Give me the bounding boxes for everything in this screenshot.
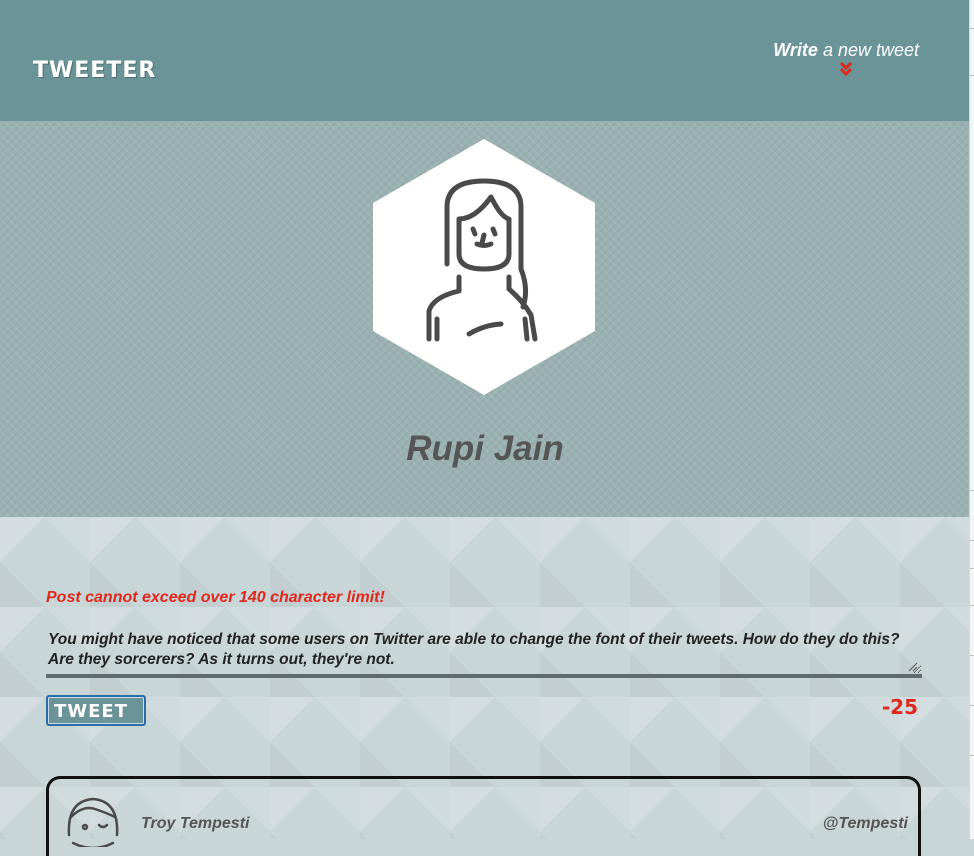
- page-edge: [969, 0, 974, 839]
- tweet-textarea[interactable]: You might have noticed that some users o…: [46, 630, 922, 678]
- edge-tick: [970, 655, 974, 656]
- edge-tick: [970, 755, 974, 756]
- edge-tick: [970, 490, 974, 491]
- profile-avatar: [373, 139, 595, 395]
- error-message: Post cannot exceed over 140 character li…: [46, 589, 385, 606]
- compose-toggle[interactable]: Write a new tweet: [773, 40, 919, 77]
- edge-tick: [970, 540, 974, 541]
- edge-tick: [970, 75, 974, 76]
- chevron-double-down-icon[interactable]: [839, 61, 853, 77]
- tweet-button[interactable]: TWEET: [46, 695, 146, 726]
- brand-logo[interactable]: TWEETER: [33, 58, 156, 83]
- resize-grip-icon[interactable]: [908, 662, 918, 672]
- compose-label: a new tweet: [817, 40, 919, 60]
- tweet-card: Troy Tempesti @Tempesti: [46, 776, 921, 856]
- man-avatar-icon: [67, 797, 119, 847]
- top-nav: TWEETER Write a new tweet: [0, 0, 970, 121]
- compose-bold-label: Write: [773, 40, 818, 60]
- tweet-author-name: Troy Tempesti: [141, 815, 250, 832]
- profile-header: Rupi Jain: [0, 121, 970, 517]
- edge-tick: [970, 568, 974, 569]
- main-content: Post cannot exceed over 140 character li…: [0, 517, 970, 856]
- edge-tick: [970, 705, 974, 706]
- profile-name: Rupi Jain: [406, 429, 564, 468]
- character-counter: -25: [881, 695, 918, 719]
- edge-tick: [970, 28, 974, 29]
- tweet-author-handle: @Tempesti: [822, 815, 908, 832]
- edge-tick: [970, 605, 974, 606]
